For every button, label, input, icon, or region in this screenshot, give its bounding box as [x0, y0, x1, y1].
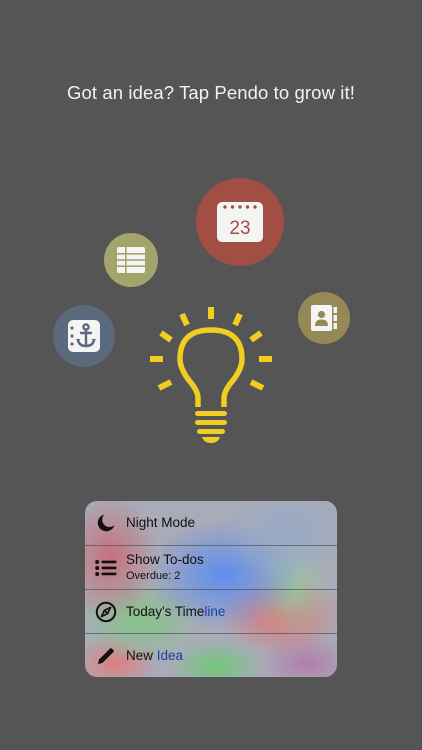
menu-item-label: New Idea: [126, 648, 183, 664]
overdue-count: Overdue: 2: [126, 570, 181, 582]
menu-item-label-main: Today's Time: [126, 603, 205, 619]
menu-item-new-idea[interactable]: New Idea: [85, 633, 337, 677]
moon-icon: [95, 512, 117, 534]
quick-action-menu: Night Mode Show To-dos Overdue: 2 Today'…: [85, 501, 337, 677]
compass-icon: [95, 601, 117, 623]
pencil-icon: [95, 645, 117, 667]
anchor-icon: [68, 320, 100, 352]
contact-card-icon: [311, 305, 337, 331]
menu-item-todays-timeline[interactable]: Today's Timeline: [85, 589, 337, 633]
menu-item-label-accent: line: [204, 603, 226, 619]
menu-item-label: Show To-dos: [126, 552, 204, 567]
menu-item-label: Today's Timeline: [126, 604, 225, 620]
list-icon: [95, 557, 117, 579]
calendar-icon: 23: [217, 202, 263, 242]
menu-item-night-mode[interactable]: Night Mode: [85, 501, 337, 545]
contact-circle-button[interactable]: [298, 292, 350, 344]
list-circle-button[interactable]: [104, 233, 158, 287]
headline-text: Got an idea? Tap Pendo to grow it!: [67, 82, 355, 103]
menu-item-label: Night Mode: [126, 515, 196, 530]
calendar-circle-button[interactable]: 23: [196, 178, 284, 266]
menu-item-label-main: New: [126, 647, 157, 663]
list-grid-icon: [117, 247, 145, 273]
menu-item-label-accent: Idea: [156, 647, 184, 663]
lightbulb-icon[interactable]: [148, 304, 274, 446]
menu-item-show-todos[interactable]: Show To-dos Overdue: 2: [85, 545, 337, 589]
anchor-circle-button[interactable]: [53, 305, 115, 367]
calendar-day-number: 23: [229, 218, 250, 239]
